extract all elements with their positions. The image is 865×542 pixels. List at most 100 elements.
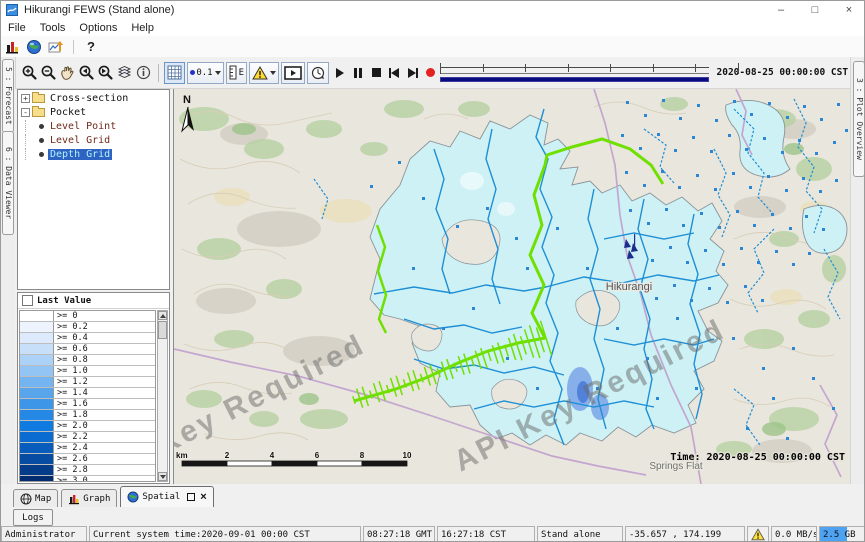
level-point-dot[interactable] (757, 261, 760, 264)
level-point-dot[interactable] (792, 347, 795, 350)
layers-button[interactable] (116, 63, 134, 83)
level-point-dot[interactable] (822, 228, 825, 231)
info-button[interactable] (135, 63, 153, 83)
scale-button[interactable]: E (226, 62, 247, 84)
level-point-dot[interactable] (669, 246, 672, 249)
menu-tools[interactable]: Tools (33, 22, 73, 34)
level-point-dot[interactable] (761, 299, 764, 302)
level-point-dot[interactable] (515, 237, 518, 240)
level-point-dot[interactable] (626, 101, 629, 104)
level-point-dot[interactable] (750, 113, 753, 116)
level-point-dot[interactable] (786, 116, 789, 119)
dock-tab-plot-overview[interactable]: 3 : Plot Overview (853, 61, 865, 177)
map-display-button[interactable] (23, 38, 45, 56)
level-point-dot[interactable] (732, 172, 735, 175)
level-point-dot[interactable] (665, 208, 668, 211)
level-point-dot[interactable] (692, 136, 695, 139)
legend-scrollbar[interactable] (157, 310, 168, 482)
legend-row[interactable]: >= 0.4 (20, 333, 155, 344)
level-point-dot[interactable] (686, 261, 689, 264)
level-point-dot[interactable] (621, 134, 624, 137)
level-point-dot[interactable] (710, 150, 713, 153)
level-point-dot[interactable] (697, 104, 700, 107)
level-point-dot[interactable] (762, 367, 765, 370)
level-point-dot[interactable] (715, 119, 718, 122)
legend-row[interactable]: >= 1.4 (20, 388, 155, 399)
legend-row[interactable]: >= 3.0 (20, 476, 155, 482)
level-point-dot[interactable] (820, 118, 823, 121)
level-point-dot[interactable] (656, 397, 659, 400)
tree-item-pocket[interactable]: - Pocket (18, 106, 169, 118)
level-point-dot[interactable] (644, 114, 647, 117)
tab-spatial[interactable]: Spatial × (120, 486, 213, 507)
grid-display-button[interactable] (164, 62, 185, 84)
map-view[interactable]: API Key RequiredAPI Key Required Hikuran… (173, 89, 850, 484)
tab-map[interactable]: Map (13, 489, 58, 507)
level-point-dot[interactable] (422, 197, 425, 200)
legend-row[interactable]: >= 0.8 (20, 355, 155, 366)
level-point-dot[interactable] (556, 227, 559, 230)
level-point-dot[interactable] (819, 190, 822, 193)
legend-row[interactable]: >= 0 (20, 311, 155, 322)
level-point-dot[interactable] (651, 259, 654, 262)
record-button[interactable] (423, 64, 439, 82)
step-back-button[interactable] (386, 64, 402, 82)
level-point-dot[interactable] (704, 249, 707, 252)
level-point-dot[interactable] (722, 263, 725, 266)
legend-row[interactable]: >= 2.2 (20, 432, 155, 443)
level-point-dot[interactable] (695, 387, 698, 390)
level-point-dot[interactable] (732, 337, 735, 340)
level-point-dot[interactable] (718, 226, 721, 229)
collapse-icon[interactable]: - (21, 108, 30, 117)
level-point-dot[interactable] (398, 161, 401, 164)
scrollbar-thumb[interactable] (158, 321, 167, 339)
zoom-in-button[interactable] (21, 63, 39, 83)
level-point-dot[interactable] (679, 117, 682, 120)
level-point-dot[interactable] (625, 171, 628, 174)
level-point-dot[interactable] (775, 250, 778, 253)
menu-file[interactable]: File (1, 22, 33, 34)
level-point-dot[interactable] (832, 407, 835, 410)
tree-item-depth-grid[interactable]: Depth Grid (18, 148, 169, 160)
expand-icon[interactable]: + (21, 94, 30, 103)
level-point-dot[interactable] (805, 215, 808, 218)
level-point-dot[interactable] (616, 327, 619, 330)
level-point-dot[interactable] (808, 252, 811, 255)
level-point-dot[interactable] (674, 149, 677, 152)
level-point-dot[interactable] (536, 387, 539, 390)
scroll-up-button[interactable] (158, 311, 167, 320)
legend-row[interactable]: >= 2.8 (20, 465, 155, 476)
timer-settings-button[interactable] (307, 62, 329, 84)
level-point-dot[interactable] (763, 137, 766, 140)
level-point-dot[interactable] (771, 213, 774, 216)
legend-row[interactable]: >= 2.4 (20, 443, 155, 454)
menu-help[interactable]: Help (124, 22, 161, 34)
level-point-dot[interactable] (768, 102, 771, 105)
level-point-dot[interactable] (708, 287, 711, 290)
level-point-dot[interactable] (526, 267, 529, 270)
tree-item-label[interactable]: Pocket (48, 107, 88, 118)
level-point-dot[interactable] (657, 133, 660, 136)
level-point-dot[interactable] (662, 99, 665, 102)
level-point-dot[interactable] (745, 148, 748, 151)
level-point-dot[interactable] (789, 227, 792, 230)
level-point-dot[interactable] (472, 307, 475, 310)
legend-row[interactable]: >= 2.0 (20, 421, 155, 432)
zoom-previous-button[interactable] (78, 63, 96, 83)
level-point-dot[interactable] (753, 224, 756, 227)
level-point-dot[interactable] (835, 179, 838, 182)
level-point-dot[interactable] (746, 427, 749, 430)
level-point-dot[interactable] (456, 225, 459, 228)
level-point-dot[interactable] (786, 437, 789, 440)
interval-dropdown[interactable]: 0.1 (187, 62, 223, 84)
level-point-dot[interactable] (798, 139, 801, 142)
level-point-dot[interactable] (643, 184, 646, 187)
level-point-dot[interactable] (802, 177, 805, 180)
map-canvas[interactable]: API Key RequiredAPI Key Required Hikuran… (174, 89, 850, 484)
logs-button[interactable]: Logs (13, 509, 53, 526)
level-point-dot[interactable] (772, 397, 775, 400)
level-point-dot[interactable] (661, 170, 664, 173)
close-button[interactable]: × (832, 1, 865, 19)
legend-row[interactable]: >= 1.8 (20, 410, 155, 421)
level-point-dot[interactable] (442, 327, 445, 330)
